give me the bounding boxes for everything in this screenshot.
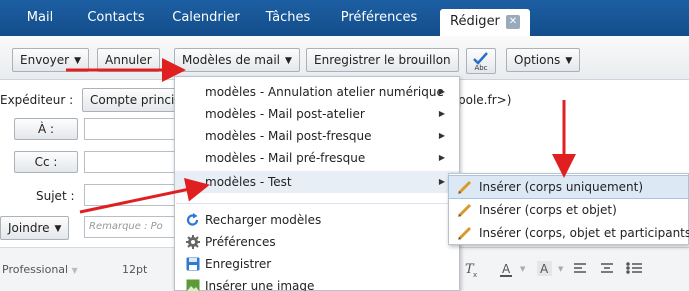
menu-item-insert-image[interactable]: Insérer une image: [175, 275, 459, 291]
chevron-down-icon: ▼: [71, 266, 78, 275]
close-icon[interactable]: ✕: [505, 14, 520, 29]
menu-item-preferences[interactable]: Préférences: [175, 231, 459, 253]
submenu-arrow-icon: ▶: [438, 131, 445, 140]
tab-compose-label: Rédiger: [450, 14, 500, 29]
image-icon: [186, 279, 200, 291]
menu-item-template-annulation[interactable]: modèles - Annulation atelier numérique ▶: [175, 81, 459, 103]
pencil-icon: [457, 226, 472, 240]
tab-preferences[interactable]: Préférences: [334, 0, 424, 36]
submenu-item-label: Insérer (corps et objet): [479, 203, 617, 217]
svg-text:▼: ▼: [520, 265, 526, 273]
app-tab-bar: Mail Contacts Calendrier Tâches Préféren…: [0, 0, 689, 36]
remark-field[interactable]: Remarque : Po: [84, 216, 179, 238]
attach-button[interactable]: Joindre ▼: [0, 216, 70, 240]
highlight-color-icon[interactable]: A ▼: [537, 261, 564, 276]
tab-contacts[interactable]: Contacts: [84, 0, 148, 36]
bullet-list-icon[interactable]: [626, 262, 642, 274]
menu-item-template-test[interactable]: modèles - Test ▶: [175, 171, 459, 193]
menu-item-label: modèles - Mail pré-fresque: [205, 151, 366, 165]
menu-item-label: Insérer une image: [205, 279, 315, 291]
align-left-icon[interactable]: [574, 263, 586, 273]
send-button[interactable]: Envoyer ▼: [12, 48, 89, 72]
submenu-item-insert-body[interactable]: Insérer (corps uniquement): [448, 175, 689, 199]
chevron-down-icon: ▼: [285, 56, 292, 66]
text-color-icon[interactable]: A ▼: [500, 262, 526, 277]
format-buttons: T x A ▼ A ▼: [465, 261, 642, 279]
menu-item-reload-templates[interactable]: Recharger modèles: [175, 209, 459, 231]
submenu-item-label: Insérer (corps uniquement): [479, 180, 644, 194]
insert-submenu: Insérer (corps uniquement) Insérer (corp…: [448, 173, 689, 245]
templates-menu: modèles - Annulation atelier numérique ▶ …: [174, 76, 460, 291]
chevron-down-icon[interactable]: ▼: [74, 50, 81, 72]
menu-item-template-post-fresque[interactable]: modèles - Mail post-fresque ▶: [175, 125, 459, 147]
submenu-item-label: Insérer (corps, objet et participants): [479, 226, 689, 240]
sender-address-tail: pole.fr>): [458, 93, 512, 107]
menu-separator: [176, 203, 459, 204]
menu-item-template-post-atelier[interactable]: modèles - Mail post-atelier ▶: [175, 103, 459, 125]
menu-item-label: Enregistrer: [205, 257, 272, 271]
submenu-arrow-icon: ▶: [438, 109, 445, 118]
options-label: Options: [514, 53, 561, 67]
menu-item-label: Préférences: [205, 235, 276, 249]
tab-tasks[interactable]: Tâches: [262, 0, 314, 36]
spellcheck-icon: Abc: [473, 52, 488, 72]
svg-text:A: A: [540, 262, 549, 276]
submenu-item-insert-body-subject[interactable]: Insérer (corps et objet): [449, 199, 688, 221]
send-label: Envoyer: [20, 53, 70, 67]
font-size-select[interactable]: 12pt: [122, 263, 147, 276]
subject-field[interactable]: [84, 184, 179, 206]
to-button[interactable]: À :: [14, 118, 78, 140]
svg-text:x: x: [473, 271, 477, 279]
gear-icon: [186, 235, 200, 249]
cancel-button[interactable]: Annuler: [97, 48, 160, 72]
attach-label: Joindre: [8, 221, 50, 235]
spellcheck-button[interactable]: Abc: [466, 48, 496, 74]
reload-icon: [186, 213, 199, 226]
align-center-icon[interactable]: [601, 263, 613, 273]
chevron-down-icon: ▼: [565, 56, 573, 66]
clear-format-icon[interactable]: T x: [465, 262, 477, 279]
tab-compose[interactable]: Rédiger ✕: [440, 9, 530, 36]
floppy-disk-icon: [186, 257, 200, 271]
templates-button[interactable]: Modèles de mail ▼: [174, 48, 300, 72]
cc-field[interactable]: [84, 151, 179, 173]
menu-item-label: modèles - Mail post-atelier: [205, 107, 365, 121]
spellcheck-text: Abc: [474, 64, 487, 72]
menu-item-template-pre-fresque[interactable]: modèles - Mail pré-fresque ▶: [175, 147, 459, 169]
svg-text:▼: ▼: [558, 265, 564, 273]
font-family-label: Professional: [2, 263, 69, 276]
templates-label: Modèles de mail: [182, 53, 281, 67]
submenu-arrow-icon: ▶: [438, 87, 445, 96]
tab-mail[interactable]: Mail: [20, 0, 60, 36]
tab-calendar[interactable]: Calendrier: [168, 0, 244, 36]
to-field[interactable]: [84, 118, 179, 140]
submenu-arrow-icon: ▶: [438, 153, 445, 162]
svg-text:A: A: [502, 262, 511, 276]
submenu-arrow-icon: ▶: [438, 177, 445, 186]
chevron-down-icon: ▼: [54, 224, 62, 234]
menu-item-save[interactable]: Enregistrer: [175, 253, 459, 275]
menu-item-label: modèles - Test: [205, 175, 292, 189]
pencil-icon: [457, 203, 472, 217]
menu-item-label: modèles - Annulation atelier numérique: [205, 85, 444, 99]
font-family-select[interactable]: Professional ▼: [2, 263, 78, 276]
menu-item-label: Recharger modèles: [205, 213, 322, 227]
cc-button[interactable]: Cc :: [14, 151, 78, 173]
save-draft-button[interactable]: Enregistrer le brouillon: [306, 48, 459, 72]
options-button[interactable]: Options ▼: [506, 48, 581, 72]
submenu-item-insert-body-subject-participants[interactable]: Insérer (corps, objet et participants): [449, 222, 689, 244]
pencil-icon: [457, 180, 472, 194]
sender-label: Expéditeur :: [0, 93, 74, 107]
menu-item-label: modèles - Mail post-fresque: [205, 129, 372, 143]
subject-label: Sujet :: [36, 189, 75, 203]
